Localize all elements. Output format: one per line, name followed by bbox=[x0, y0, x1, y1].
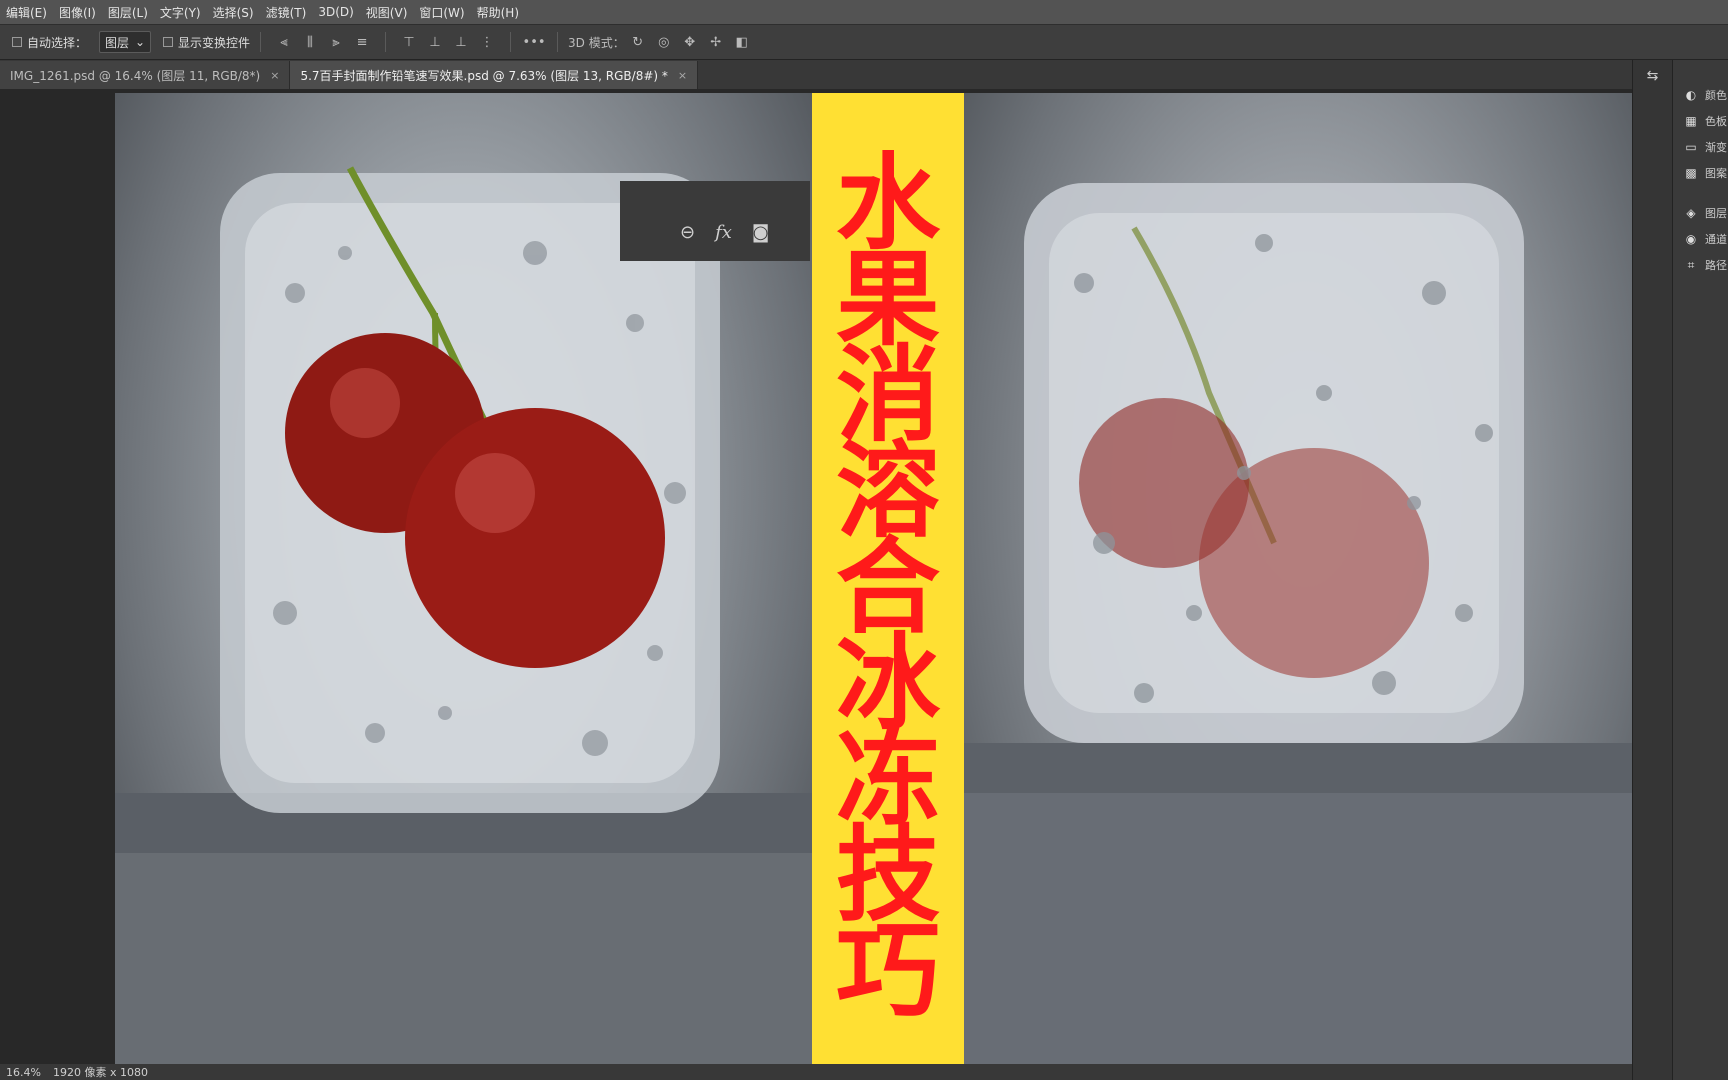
swatches-icon: ▦ bbox=[1685, 114, 1697, 128]
frozen-cherries-image bbox=[964, 183, 1645, 1080]
menu-view[interactable]: 视图(V) bbox=[360, 4, 414, 21]
history-icon[interactable]: ⇆ bbox=[1633, 68, 1672, 84]
panel-layers[interactable]: ◈ 图层 bbox=[1673, 200, 1728, 226]
auto-select-label: 自动选择： bbox=[27, 35, 88, 50]
align-middle-icon[interactable]: ⊥ bbox=[426, 33, 444, 51]
align-left-icon[interactable]: ⫷ bbox=[275, 33, 293, 51]
palette-icon: ◐ bbox=[1685, 88, 1697, 102]
panel-label: 图层 bbox=[1705, 207, 1727, 220]
distribute-icon[interactable]: ≡ bbox=[353, 33, 371, 51]
panel-gradients[interactable]: ▭ 渐变 bbox=[1673, 134, 1728, 160]
panel-label: 渐变 bbox=[1705, 141, 1727, 154]
align-bottom-icon[interactable]: ⊥ bbox=[452, 33, 470, 51]
align-right-icon[interactable]: ⫸ bbox=[327, 33, 345, 51]
panel-channels[interactable]: ◉ 通道 bbox=[1673, 226, 1728, 252]
orbit-3d-icon[interactable]: ↻ bbox=[629, 33, 647, 51]
divider bbox=[385, 32, 387, 52]
workspace: 水 果 消 溶 合 冰 冻 技 巧 ⊖ fx ◙ bbox=[0, 89, 1645, 1080]
panel-paths[interactable]: ⌗ 路径 bbox=[1673, 252, 1728, 278]
panel-label: 路径 bbox=[1705, 259, 1727, 272]
menu-3d[interactable]: 3D(D) bbox=[312, 5, 359, 19]
distribute-vertical-icon[interactable]: ⋮ bbox=[478, 33, 496, 51]
title-char: 冻 bbox=[835, 717, 940, 840]
align-top-icon[interactable]: ⊤ bbox=[400, 33, 418, 51]
title-banner: 水 果 消 溶 合 冰 冻 技 巧 bbox=[812, 93, 964, 1080]
fx-icon[interactable]: fx bbox=[715, 222, 732, 243]
panel-spacer bbox=[1673, 60, 1728, 82]
divider bbox=[260, 32, 262, 52]
divider bbox=[557, 32, 559, 52]
auto-select-dropdown[interactable]: 图层 ⌄ bbox=[99, 31, 152, 53]
document-canvas[interactable]: 水 果 消 溶 合 冰 冻 技 巧 bbox=[115, 93, 1645, 1080]
menu-type[interactable]: 文字(Y) bbox=[154, 4, 207, 21]
menu-select[interactable]: 选择(S) bbox=[207, 4, 260, 21]
tab-img-1261[interactable]: IMG_1261.psd @ 16.4% (图层 11, RGB/8*) × bbox=[0, 61, 291, 89]
close-icon[interactable]: × bbox=[270, 69, 279, 82]
zoom-level[interactable]: 16.4% bbox=[0, 1066, 47, 1079]
menu-image[interactable]: 图像(I) bbox=[53, 4, 102, 21]
checkbox-box[interactable] bbox=[163, 37, 174, 47]
layer-style-bar: ⊖ fx ◙ bbox=[620, 181, 810, 261]
paths-icon: ⌗ bbox=[1687, 257, 1695, 272]
auto-select-checkbox[interactable]: 自动选择： bbox=[12, 34, 87, 51]
divider bbox=[510, 32, 512, 52]
after-photo bbox=[964, 93, 1645, 1080]
mode-3d-label: 3D 模式： bbox=[568, 35, 625, 50]
layers-icon: ◈ bbox=[1686, 206, 1696, 220]
panel-spacer bbox=[1673, 186, 1728, 200]
document-dimensions: 1920 像素 x 1080 bbox=[52, 1066, 148, 1079]
panel-label: 图案 bbox=[1705, 167, 1727, 180]
close-icon[interactable]: × bbox=[678, 69, 687, 82]
tab-label: 5.7百手封面制作铅笔速写效果.psd @ 7.63% (图层 13, RGB/… bbox=[300, 68, 668, 83]
title-char: 合 bbox=[835, 525, 940, 648]
menu-help[interactable]: 帮助(H) bbox=[471, 4, 525, 21]
document-tabs: IMG_1261.psd @ 16.4% (图层 11, RGB/8*) × 5… bbox=[0, 60, 1632, 89]
menu-filter[interactable]: 滤镜(T) bbox=[260, 4, 313, 21]
status-bar: 16.4% 1920 像素 x 1080 bbox=[0, 1064, 1632, 1080]
title-char: 技 bbox=[835, 813, 940, 936]
panel-dock-collapsed: ⇆ bbox=[1632, 60, 1672, 1080]
panel-label: 色板 bbox=[1705, 115, 1727, 128]
panel-dock: ◐ 颜色 ▦ 色板 ▭ 渐变 ▩ 图案 ◈ 图层 ◉ 通道 ⌗ 路径 bbox=[1672, 60, 1728, 1080]
align-center-icon[interactable]: ⫼ bbox=[301, 33, 319, 51]
title-char: 果 bbox=[835, 237, 940, 360]
title-char: 冰 bbox=[835, 621, 940, 744]
panel-swatches[interactable]: ▦ 色板 bbox=[1673, 108, 1728, 134]
patterns-icon: ▩ bbox=[1685, 166, 1697, 180]
title-char: 溶 bbox=[835, 429, 940, 552]
chevron-down-icon: ⌄ bbox=[134, 35, 146, 49]
tab-cover-sketch[interactable]: 5.7百手封面制作铅笔速写效果.psd @ 7.63% (图层 13, RGB/… bbox=[290, 61, 699, 89]
menu-layer[interactable]: 图层(L) bbox=[102, 4, 154, 21]
panel-label: 通道 bbox=[1705, 233, 1727, 246]
panel-label: 颜色 bbox=[1705, 89, 1727, 102]
gradient-icon: ▭ bbox=[1685, 140, 1697, 154]
camera-3d-icon[interactable]: ◧ bbox=[733, 33, 751, 51]
menu-bar: 编辑(E) 图像(I) 图层(L) 文字(Y) 选择(S) 滤镜(T) 3D(D… bbox=[0, 0, 1728, 24]
slide-3d-icon[interactable]: ✢ bbox=[707, 33, 725, 51]
more-options-icon[interactable]: ••• bbox=[523, 33, 546, 51]
title-char: 巧 bbox=[835, 909, 940, 1032]
pan-3d-icon[interactable]: ✥ bbox=[681, 33, 699, 51]
auto-select-value: 图层 bbox=[105, 35, 130, 50]
tab-label: IMG_1261.psd @ 16.4% (图层 11, RGB/8*) bbox=[10, 68, 261, 83]
link-layers-icon[interactable]: ⊖ bbox=[680, 222, 695, 243]
menu-edit[interactable]: 编辑(E) bbox=[0, 4, 53, 21]
title-char: 消 bbox=[835, 333, 940, 456]
panel-color[interactable]: ◐ 颜色 bbox=[1673, 82, 1728, 108]
transform-controls-checkbox[interactable]: 显示变换控件 bbox=[163, 34, 250, 51]
checkbox-box[interactable] bbox=[12, 37, 22, 47]
title-char: 水 bbox=[835, 141, 940, 264]
options-bar: 自动选择： 图层 ⌄ 显示变换控件 ⫷ ⫼ ⫸ ≡ ⊤ ⊥ ⊥ ⋮ ••• 3D… bbox=[0, 24, 1728, 60]
layer-mask-icon[interactable]: ◙ bbox=[752, 222, 769, 243]
menu-window[interactable]: 窗口(W) bbox=[413, 4, 470, 21]
panel-patterns[interactable]: ▩ 图案 bbox=[1673, 160, 1728, 186]
roll-3d-icon[interactable]: ◎ bbox=[655, 33, 673, 51]
channels-icon: ◉ bbox=[1685, 232, 1697, 246]
transform-controls-label: 显示变换控件 bbox=[178, 35, 251, 50]
